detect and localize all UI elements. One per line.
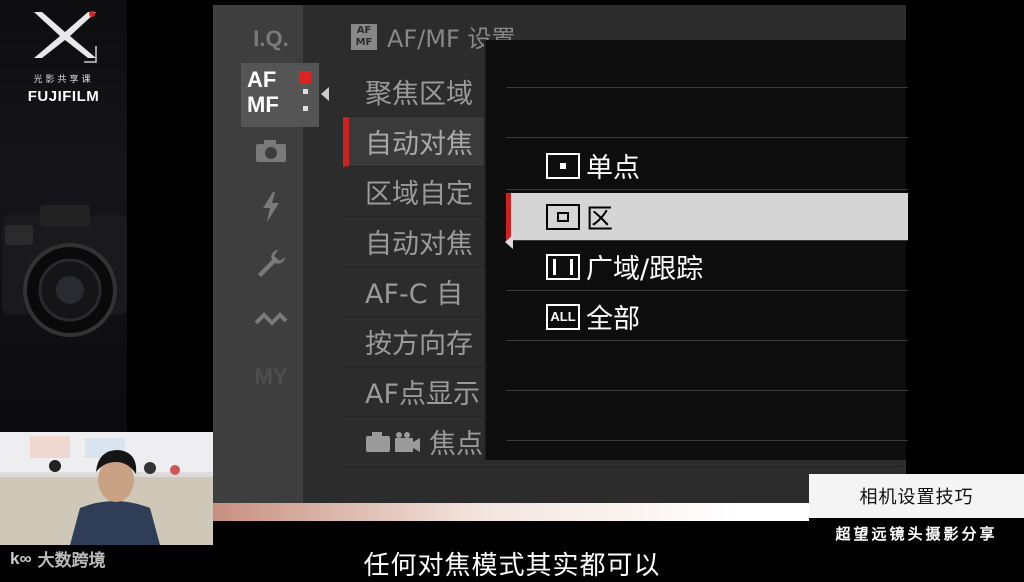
- watermark: k∞ 大数跨境: [10, 548, 106, 572]
- tab-shooting[interactable]: [241, 127, 301, 175]
- video-subtitle: 任何对焦模式其实都可以: [363, 551, 661, 581]
- popup-option-all[interactable]: ALL 全部: [506, 293, 908, 341]
- all-icon: ALL: [546, 303, 580, 330]
- tab-page-dots: [303, 89, 308, 111]
- fujifilm-x-logo: [34, 11, 97, 63]
- presenter-image: [0, 432, 213, 545]
- tab-wireless[interactable]: [241, 295, 301, 343]
- camera-icon: [256, 140, 286, 162]
- popup-option-single-point[interactable]: 单点: [506, 142, 908, 190]
- af-mode-popup: 单点 区 广域/跟踪 ALL 全部: [484, 40, 908, 460]
- decorative-gradient-bar: [213, 503, 873, 521]
- active-tab-indicator: [299, 71, 311, 83]
- tab-arrow-icon: [321, 87, 329, 101]
- single-point-icon: [546, 152, 580, 179]
- popup-empty-row: [506, 393, 908, 441]
- watermark-logo-icon: k∞: [10, 548, 32, 568]
- tab-my-menu[interactable]: MY: [241, 353, 301, 401]
- popup-option-wide-tracking[interactable]: 广域/跟踪: [506, 243, 908, 291]
- popup-empty-row: [506, 90, 908, 138]
- wireless-icon: [254, 312, 288, 326]
- tab-iq[interactable]: I.Q.: [241, 15, 301, 63]
- popup-empty-row: [506, 40, 908, 88]
- promo-panel: 光影共享课 FUJIFILM: [0, 0, 127, 432]
- tip-title: 相机设置技巧: [809, 474, 1024, 518]
- webcam-feed: [0, 432, 213, 545]
- tip-subtitle: 超望远镜头摄影分享: [809, 518, 1024, 548]
- wrench-icon: [258, 250, 285, 277]
- popup-pointer-icon: [505, 235, 513, 249]
- zone-icon: [546, 203, 580, 230]
- wide-tracking-icon: [546, 253, 580, 280]
- popup-empty-row: [506, 343, 908, 391]
- af-mf-header-icon: AF MF: [351, 23, 377, 50]
- flash-icon: [263, 192, 279, 222]
- popup-option-zone[interactable]: 区: [506, 193, 908, 241]
- tab-setup[interactable]: [241, 239, 301, 287]
- promo-subtitle: 光影共享课: [33, 75, 94, 85]
- camera-image: [2, 205, 127, 337]
- af-mf-tab-label: AF MF: [247, 67, 279, 117]
- tab-flash[interactable]: [241, 183, 301, 231]
- brand-logo: FUJIFILM: [27, 88, 100, 105]
- photo-video-icon: [366, 431, 420, 452]
